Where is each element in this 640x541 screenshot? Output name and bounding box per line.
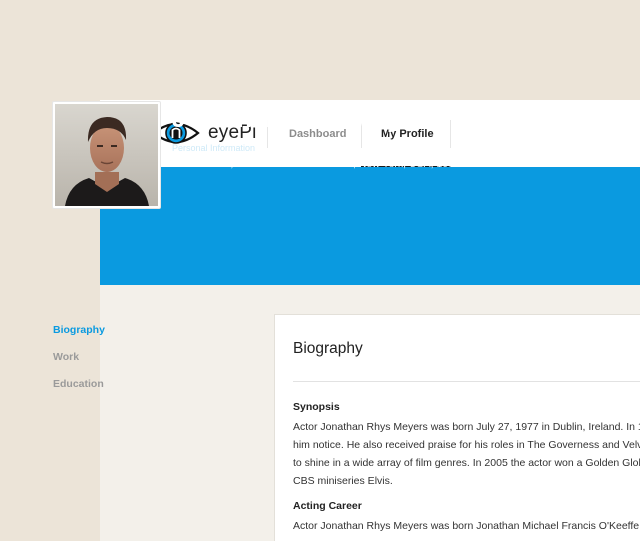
sidebar-item-education[interactable]: Education [53, 378, 104, 390]
synopsis-line: CBS miniseries Elvis. [293, 475, 393, 487]
profile-name: Jonathan Rhys Meyers [172, 106, 438, 133]
biography-panel: Biography Synopsis Actor Jonathan Rhys M… [274, 314, 640, 541]
synopsis-text: Actor Jonathan Rhys Meyers was born July… [293, 418, 640, 490]
synopsis-line: to shine in a wide array of film genres.… [293, 457, 640, 469]
title-divider [293, 381, 640, 382]
sidebar-item-work[interactable]: Work [53, 351, 79, 363]
synopsis-line: him notice. He also received praise for … [293, 439, 640, 451]
sidebar-item-biography[interactable]: Biography [53, 324, 105, 336]
profile-photo [55, 104, 158, 206]
personal-info-label: Personal Information [172, 143, 256, 153]
page-title: Biography [293, 340, 363, 357]
profile-header-banner [100, 167, 640, 285]
section-heading-synopsis: Synopsis [293, 401, 340, 413]
nav-separator [450, 120, 451, 148]
avatar [52, 101, 161, 209]
acting-career-line: Actor Jonathan Rhys Meyers was born Jona… [293, 520, 640, 532]
contact-address: 01 555 2255, Some Street name 42/12, New… [172, 158, 466, 170]
acting-career-text: Actor Jonathan Rhys Meyers was born Jona… [293, 517, 640, 535]
section-heading-acting-career: Acting Career [293, 500, 362, 512]
synopsis-line: Actor Jonathan Rhys Meyers was born July… [293, 421, 640, 433]
